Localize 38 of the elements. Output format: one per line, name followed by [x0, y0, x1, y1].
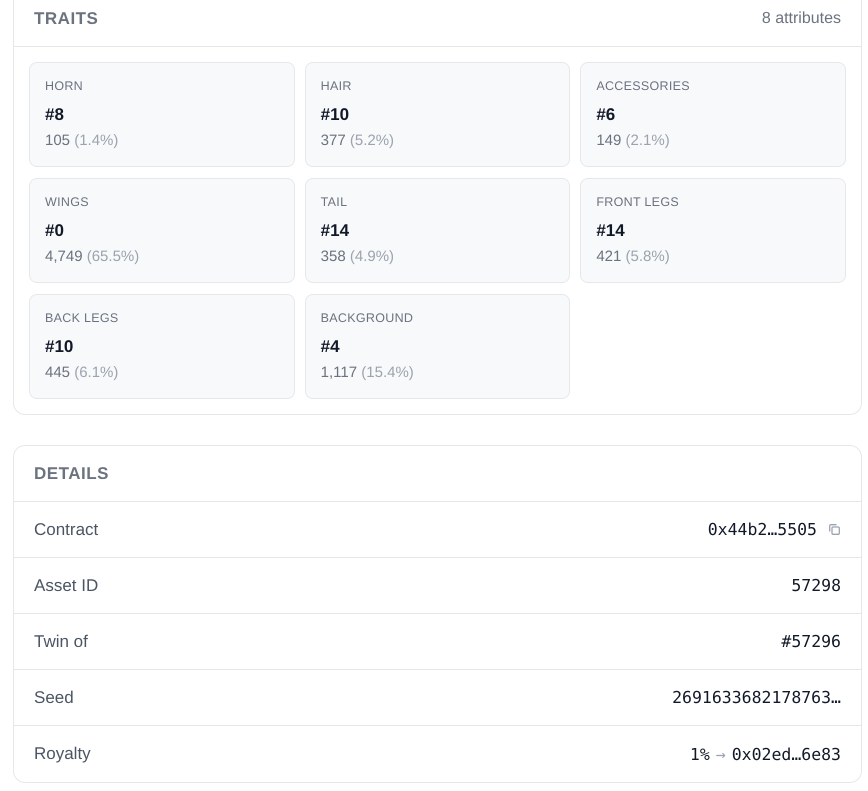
trait-name: BACK LEGS — [45, 310, 119, 326]
trait-name: TAIL — [320, 194, 348, 210]
trait-name: FRONT LEGS — [596, 194, 679, 210]
trait-count: 105 (1.4%) — [45, 131, 118, 151]
trait-name: HORN — [45, 78, 84, 94]
trait-count: 1,117 (15.4%) — [320, 363, 414, 383]
trait-value: #10 — [320, 104, 350, 126]
trait-name: ACCESSORIES — [596, 78, 690, 94]
trait-name: HAIR — [320, 78, 352, 94]
detail-value: 2691633682178763… — [672, 688, 841, 707]
panel-title: DETAILS — [34, 464, 109, 484]
trait-count: 421 (5.8%) — [596, 247, 670, 267]
copy-icon — [828, 524, 840, 535]
trait-name: BACKGROUND — [320, 310, 414, 326]
trait-value: #14 — [320, 220, 350, 242]
trait-value: #0 — [45, 220, 64, 242]
trait-value: #8 — [45, 104, 64, 126]
trait-value: #10 — [45, 336, 74, 358]
detail-value: 0x44b2…5505 — [708, 520, 817, 539]
detail-label: Asset ID — [34, 576, 98, 596]
trait-count: 149 (2.1%) — [596, 131, 670, 151]
trait-count: 4,749 (65.5%) — [45, 247, 140, 267]
detail-label: Royalty — [34, 744, 91, 764]
panel-title: TRAITS — [34, 8, 98, 28]
trait-value: #4 — [320, 336, 340, 358]
trait-value: #14 — [596, 220, 625, 242]
trait-name: WINGS — [45, 194, 89, 210]
detail-label: Seed — [34, 688, 74, 708]
detail-value: #57296 — [781, 632, 841, 651]
trait-count: 377 (5.2%) — [320, 131, 394, 151]
detail-label: Contract — [34, 520, 98, 540]
detail-value: 57298 — [791, 576, 841, 595]
royalty-value: 1% → 0x02ed…6e83 — [690, 744, 841, 764]
trait-value: #6 — [596, 104, 616, 126]
attribute-count: 8 attributes — [762, 10, 841, 28]
trait-count: 445 (6.1%) — [45, 363, 118, 383]
trait-count: 358 (4.9%) — [320, 247, 394, 267]
detail-label: Twin of — [34, 632, 88, 652]
